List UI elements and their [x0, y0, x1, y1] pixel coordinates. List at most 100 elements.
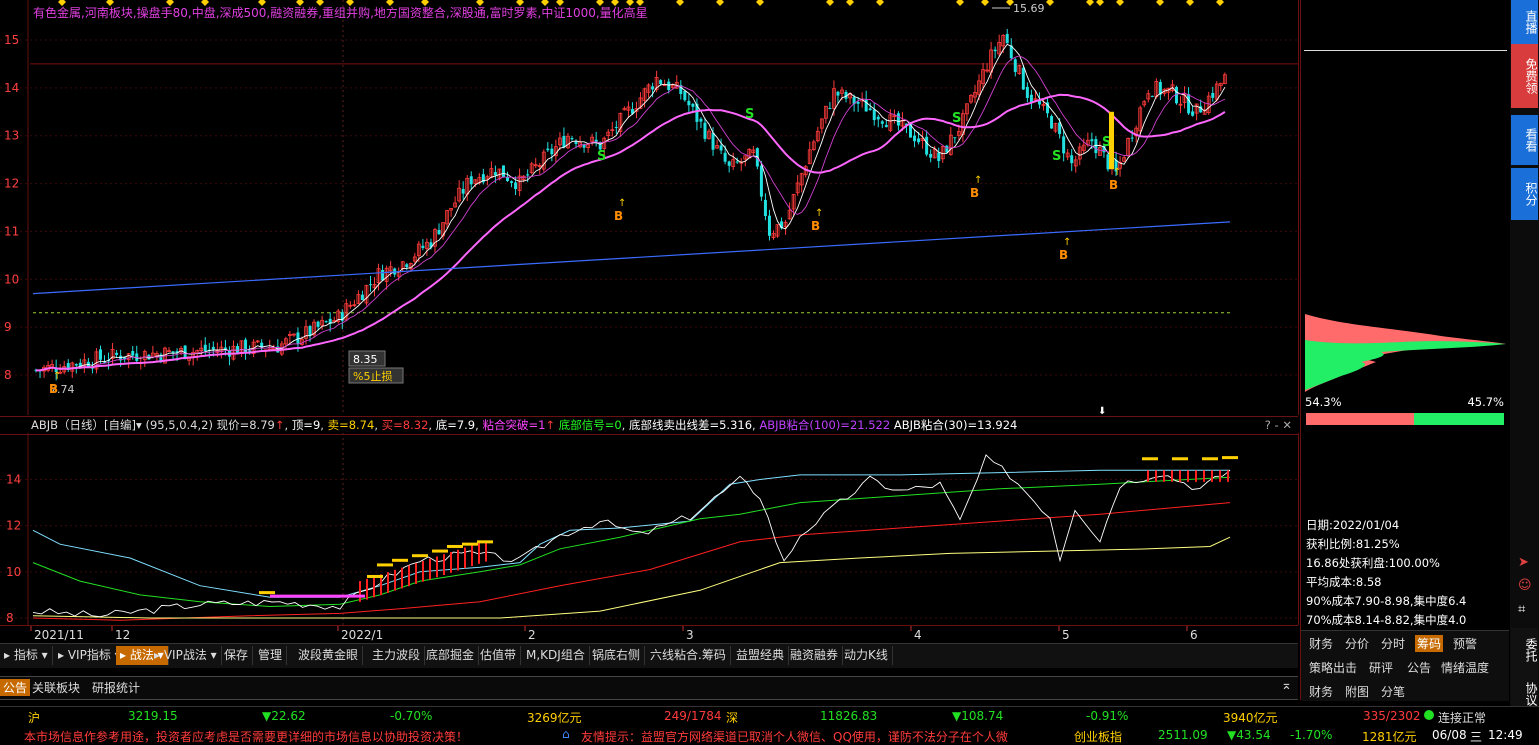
toolbar-item-7[interactable]: 主力波段	[368, 646, 426, 665]
candle-body	[316, 321, 320, 327]
right-panel-tabs: 财务 分价 分时 筹码 预警 策略出击 研评 公告 情绪温度 财务 附图 分笔	[1301, 630, 1509, 701]
notice-text[interactable]: 友情提示：益盟官方网络渠道已取消个人微信、QQ使用，谨防不法分子在个人微	[581, 728, 1069, 745]
tab-strategy[interactable]: 策略出击	[1309, 659, 1357, 676]
signal-diamond	[876, 0, 884, 6]
candle-body	[1062, 136, 1066, 154]
signal-diamond	[756, 0, 764, 6]
candle-body	[614, 126, 618, 128]
highlight-candle	[1109, 111, 1114, 170]
candle-body	[828, 107, 832, 109]
candle-body	[510, 181, 514, 183]
ma250-line	[32, 221, 1231, 295]
side-tab-watch[interactable]: 看看	[1511, 115, 1538, 165]
chip-distribution-panel: 54.3% 45.7% 日期:2022/01/04 获利比例:81.25% 16…	[1300, 0, 1509, 701]
signal-diamond	[1116, 0, 1124, 6]
tab-finance[interactable]: 财务	[1309, 635, 1333, 652]
signal-diamond	[956, 0, 964, 6]
cursor-icon[interactable]: ➤	[1518, 555, 1529, 570]
ind-y-tick: 14	[6, 473, 21, 487]
chip-date: 日期:2022/01/04	[1306, 518, 1400, 532]
candle-body	[993, 49, 997, 52]
sell-signal: S	[745, 107, 754, 122]
price-divider	[1304, 50, 1507, 51]
side-tab-free[interactable]: 免费领	[1511, 44, 1538, 108]
x-tick-label: 4	[914, 628, 922, 642]
candle-body	[917, 138, 921, 143]
tab-research-stats[interactable]: 研报统计	[92, 679, 140, 696]
toolbar-item-10[interactable]: M,KDJ组合	[522, 646, 590, 665]
buy-signal: B	[49, 382, 58, 396]
avg-cost: 平均成本:8.58	[1306, 575, 1382, 589]
tool-icon[interactable]: ⌗	[1518, 602, 1525, 617]
candle-body	[880, 121, 884, 124]
toolbar-item-13[interactable]: 益盟经典	[732, 646, 790, 665]
tab-sentiment[interactable]: 情绪温度	[1441, 659, 1489, 676]
toolbar-item-1[interactable]: ▸ VIP指标 ▾	[54, 646, 126, 665]
sz-updown: 335/2302	[1363, 709, 1421, 723]
connection-status[interactable]: 连接正常	[1438, 709, 1486, 726]
tab-announcement[interactable]: 公告	[0, 679, 31, 696]
toolbar-item-4[interactable]: 保存	[220, 646, 254, 665]
tab-chips[interactable]: 筹码	[1415, 635, 1444, 652]
tab-alert[interactable]: 预警	[1453, 635, 1477, 652]
candle-body	[1150, 95, 1154, 97]
sell-signal: S	[1052, 149, 1061, 164]
sz-value: 11826.83	[820, 709, 878, 723]
toolbar-item-11[interactable]: 锅底右侧	[588, 646, 646, 665]
tab-research[interactable]: 研评	[1369, 659, 1393, 676]
indicator-current: 现价=8.79	[216, 418, 275, 432]
candle-body	[711, 132, 715, 150]
tab-timeshare[interactable]: 分时	[1381, 635, 1405, 652]
side-tab-live[interactable]: 直播	[1511, 0, 1538, 44]
profit-ratio: 获利比例:81.25%	[1306, 537, 1400, 551]
indicator-toolbar: ▸ 指标 ▾ ▸ VIP指标 ▾ ▸ 战法 ▾ ▸ VIP战法 ▾ 保存 管理 波段黄金眼主…	[0, 643, 1298, 668]
disclaimer-text: 本市场信息作参考用途，投资者应考虑是否需要更详细的市场信息以协助投资决策！	[24, 730, 469, 744]
indicator-chart[interactable]: 14 12 10 8	[0, 433, 1299, 625]
candle-body	[1070, 155, 1074, 164]
signal-diamond	[1216, 0, 1224, 6]
indicator-params: (95,5,0.4,2)	[145, 418, 213, 432]
x-tick-label: 6	[1190, 628, 1198, 642]
toolbar-item-8[interactable]: 底部掘金	[422, 646, 480, 665]
tab-price-dist[interactable]: 分价	[1345, 635, 1369, 652]
candle-body	[687, 100, 691, 106]
indicator-window-controls[interactable]: ? - ✕	[1265, 418, 1292, 432]
candle-body	[244, 339, 248, 354]
sz-label: 深	[726, 711, 739, 725]
candlestick-svg[interactable]: 1514131211109815.697.74SS SSS↑B↑B ↑B↑B↑B↑B…	[0, 0, 1298, 417]
indicator-name[interactable]: ABJB（日线）[自编]	[31, 418, 136, 432]
cy-pct: -1.70%	[1290, 728, 1333, 742]
tab-tick[interactable]: 分笔	[1381, 683, 1405, 700]
clock-time: 12:49	[1488, 728, 1523, 742]
candle-body	[296, 332, 300, 344]
candle-body	[735, 161, 739, 163]
toolbar-item-15[interactable]: 动力K线	[840, 646, 893, 665]
tab-notice[interactable]: 公告	[1407, 659, 1431, 676]
toolbar-item-3[interactable]: ▸ VIP战法 ▾	[150, 646, 222, 665]
signal-diamond	[676, 0, 684, 6]
sh-updown: 249/1784	[664, 709, 722, 723]
side-tab-points[interactable]: 积分	[1511, 168, 1538, 220]
toolbar-item-0[interactable]: ▸ 指标 ▾	[0, 646, 53, 665]
toolbar-item-14[interactable]: 融资融券	[786, 646, 844, 665]
collapse-icon[interactable]: ⌅	[1281, 678, 1292, 693]
signal-diamond	[981, 0, 989, 6]
ind-y-tick: 8	[6, 611, 14, 625]
tab-finance-2[interactable]: 财务	[1309, 683, 1333, 700]
candle-body	[864, 99, 868, 112]
sh-value: 3219.15	[128, 709, 178, 723]
candle-body	[953, 137, 957, 139]
main-price-chart[interactable]: 15 14 13 12 11 10 9 8 15.69 7.74 S S S S S ↑ B ↑ B ↑ B ↑ B ↑ B ↑ B…	[0, 0, 1299, 417]
candle-body	[405, 264, 409, 268]
toolbar-item-12[interactable]: 六线粘合.筹码	[646, 646, 731, 665]
toolbar-item-5[interactable]: 管理	[254, 646, 288, 665]
tab-related-sectors[interactable]: 关联板块	[32, 679, 80, 696]
side-tab-order[interactable]: 委托	[1511, 628, 1538, 672]
buy-arrow-icon: ↑	[1063, 237, 1071, 248]
sell-signal: S	[952, 111, 961, 126]
toolbar-item-9[interactable]: 估值带	[476, 646, 522, 665]
y-tick-label: 11	[4, 224, 19, 238]
toolbar-item-6[interactable]: 波段黄金眼	[294, 646, 364, 665]
user-icon[interactable]: ☺	[1518, 578, 1532, 593]
tab-sub-chart[interactable]: 附图	[1345, 683, 1369, 700]
